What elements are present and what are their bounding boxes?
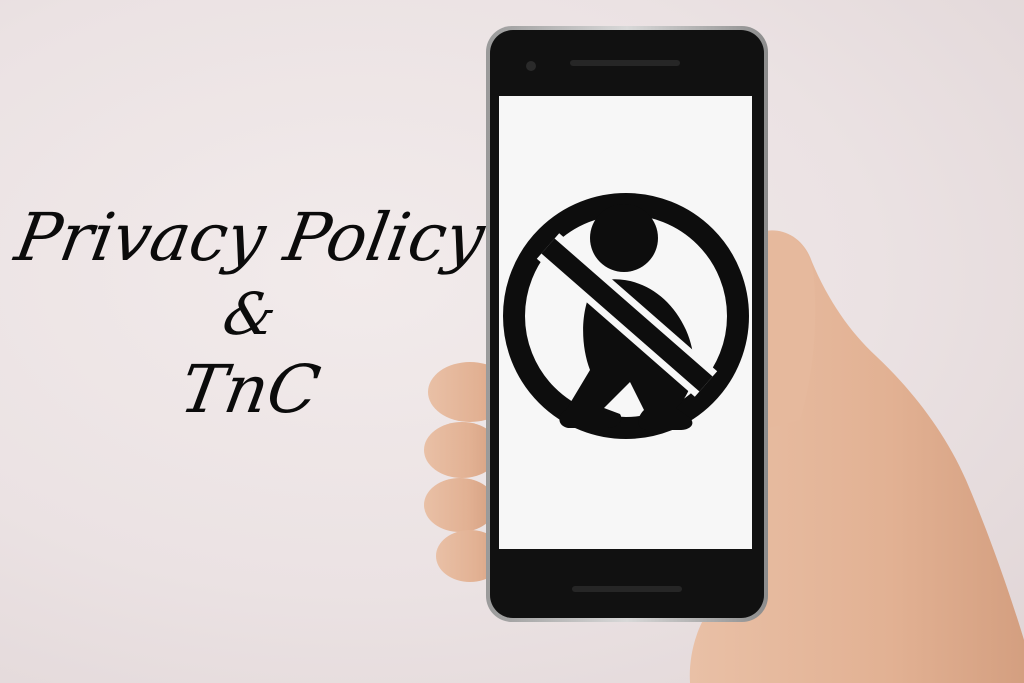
title-line-privacy-policy: Privacy Policy bbox=[9, 199, 491, 276]
overlay-title: Privacy Policy & TnC bbox=[0, 199, 500, 428]
title-line-tnc: TnC bbox=[174, 351, 326, 428]
title-line-ampersand: & bbox=[218, 280, 282, 348]
